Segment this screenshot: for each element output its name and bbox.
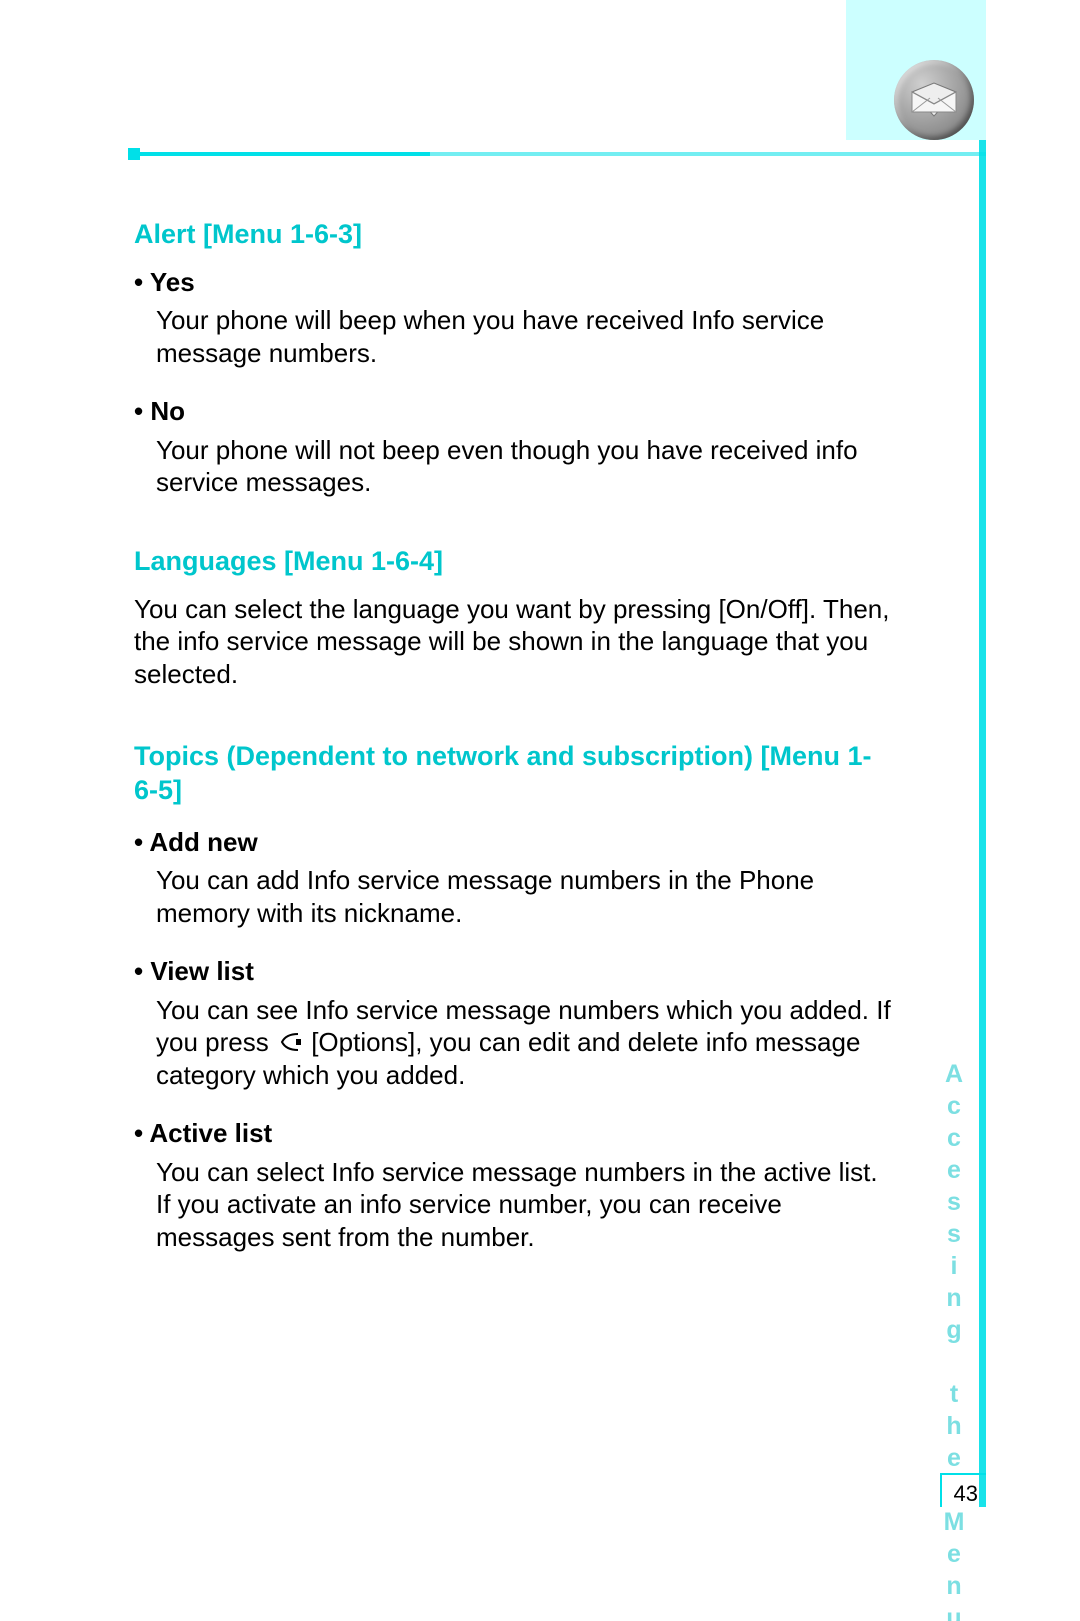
option-no-body: Your phone will not beep even though you… [156,434,894,499]
messages-badge [894,60,974,140]
section-heading-topics: Topics (Dependent to network and subscri… [134,740,894,808]
languages-body: You can select the language you want by … [134,593,894,691]
option-active-list: Active list You can select Info service … [134,1117,894,1253]
option-add-new-label: Add new [134,826,894,859]
side-accent-bar [979,140,986,1507]
option-yes: Yes Your phone will beep when you have r… [134,266,894,370]
option-active-list-label: Active list [134,1117,894,1150]
option-add-new: Add new You can add Info service message… [134,826,894,930]
page-content: Alert [Menu 1-6-3] Yes Your phone will b… [134,218,894,1279]
envelope-icon [910,82,958,118]
option-yes-label: Yes [134,266,894,299]
manual-page: Alert [Menu 1-6-3] Yes Your phone will b… [0,0,1080,1621]
header-rule [134,152,986,160]
side-section-label: Accessing the Menu [939,1060,968,1621]
option-view-list-body: You can see Info service message numbers… [156,994,894,1092]
option-no-label: No [134,395,894,428]
option-view-list: View list You can see Info service messa… [134,955,894,1091]
option-no: No Your phone will not beep even though … [134,395,894,499]
option-active-list-body: You can select Info service message numb… [156,1156,894,1254]
section-heading-languages: Languages [Menu 1-6-4] [134,545,894,579]
section-heading-alert: Alert [Menu 1-6-3] [134,218,894,252]
option-add-new-body: You can add Info service message numbers… [156,864,894,929]
option-yes-body: Your phone will beep when you have recei… [156,304,894,369]
softkey-icon [276,1029,304,1053]
option-view-list-label: View list [134,955,894,988]
page-number: 43 [940,1473,986,1507]
